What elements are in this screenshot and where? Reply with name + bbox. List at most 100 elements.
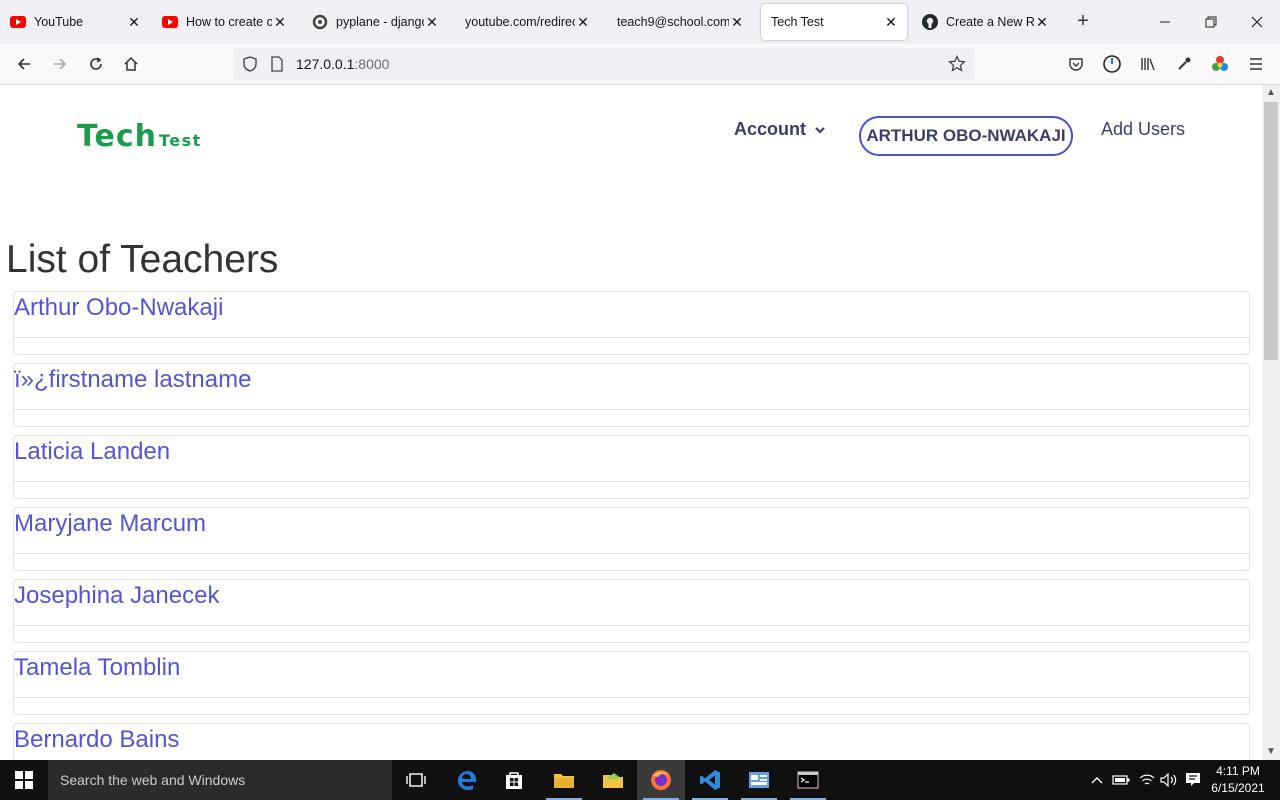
teacher-card: Arthur Obo-Nwakaji [13,291,1250,355]
tab-title: Create a New Rep [946,15,1034,29]
teacher-card: Tamela Tomblin [13,651,1250,715]
youtube-icon [162,14,178,30]
browser-tab[interactable]: teach9@school.com | ✕ [607,4,753,40]
browser-tab[interactable]: How to create obj ✕ [152,4,296,40]
scroll-down-icon[interactable]: ▼ [1262,744,1280,760]
browser-tab-active[interactable]: Tech Test ✕ [761,4,907,40]
youtube-icon [10,14,26,30]
github-icon [922,14,938,30]
browser-tab-strip: YouTube ✕ How to create obj ✕ pyplane - … [0,0,1280,44]
notification-icon [1186,773,1200,786]
account-dropdown[interactable]: Account [734,119,826,140]
teacher-name-link[interactable]: Maryjane Marcum [14,510,206,538]
reload-button[interactable] [81,50,111,78]
shield-icon[interactable] [242,56,258,77]
tab-title: How to create obj [186,15,272,29]
url-port: :8000 [354,56,390,72]
taskbar-clock[interactable]: 4:11 PM 6/15/2021 [1206,763,1270,797]
logo-sub-text: Test [158,131,202,150]
page-title: List of Teachers [6,238,279,281]
start-button[interactable] [0,760,48,800]
pocket-button[interactable] [1061,50,1091,78]
show-hidden-icons-button[interactable] [1088,760,1106,800]
terminal-app-button[interactable] [784,760,832,800]
add-users-link[interactable]: Add Users [1101,119,1185,140]
page-icon[interactable] [270,56,284,77]
eyedropper-button[interactable] [1169,50,1199,78]
network-status[interactable] [1136,760,1158,800]
tab-close-icon[interactable]: ✕ [575,14,591,31]
store-app-button[interactable] [490,760,538,800]
tab-close-icon[interactable]: ✕ [424,14,440,31]
folder-app-button[interactable] [589,760,637,800]
action-center-button[interactable] [1182,760,1204,800]
tab-close-icon[interactable]: ✕ [272,14,288,31]
taskbar-search-box[interactable]: Search the web and Windows [48,760,392,800]
file-explorer-button[interactable] [540,760,588,800]
teacher-name-link[interactable]: Arthur Obo-Nwakaji [14,294,223,322]
url-bar[interactable]: 127.0.0.1:8000 [234,48,974,80]
tab-title: Tech Test [771,15,824,29]
store-icon [506,772,522,789]
close-window-button[interactable] [1234,8,1280,36]
vscode-icon [700,770,720,790]
teacher-name-link[interactable]: ï»¿firstname lastname [14,366,251,394]
site-logo[interactable]: Tech Test [77,119,202,154]
task-view-icon [406,773,426,787]
windows-icon [15,771,33,789]
teacher-name-link[interactable]: Tamela Tomblin [14,654,180,682]
browser-tab[interactable]: Create a New Rep ✕ [912,4,1058,40]
color-wheel-icon [1212,56,1228,71]
teacher-list: Arthur Obo-Nwakaji ï»¿firstname lastname… [13,291,1250,760]
bookmark-star-icon[interactable] [948,54,966,78]
eyedropper-icon [1178,57,1191,70]
tab-close-icon[interactable]: ✕ [883,14,899,31]
chevron-down-icon [814,119,826,140]
teacher-name-link[interactable]: Josephina Janecek [14,582,219,610]
restore-button[interactable] [1188,8,1234,36]
hamburger-icon [1250,58,1262,70]
teacher-name-link[interactable]: Laticia Landen [14,438,170,466]
web-page: Tech Test Account ARTHUR OBO-NWAKAJI Add … [0,85,1262,760]
vertical-scrollbar[interactable]: ▲ ▼ [1262,85,1280,760]
tab-title: YouTube [34,15,84,29]
teacher-name-link[interactable]: Bernardo Bains [14,726,179,754]
battery-icon [1112,775,1130,785]
arrow-left-icon [17,58,30,70]
browser-tab[interactable]: YouTube ✕ [0,4,150,40]
new-tab-button[interactable]: + [1072,10,1094,32]
chevron-up-icon [1091,777,1103,784]
back-button[interactable] [9,50,39,78]
control-panel-button[interactable] [735,760,783,800]
tab-close-icon[interactable]: ✕ [126,14,142,31]
folder-icon [554,774,574,788]
minimize-button[interactable] [1142,8,1188,36]
user-profile-button[interactable]: ARTHUR OBO-NWAKAJI [859,116,1073,156]
card-footer [14,409,1249,426]
restore-icon [1205,16,1217,28]
extension-button[interactable] [1097,50,1127,78]
card-footer [14,553,1249,570]
task-view-button[interactable] [392,760,440,800]
edge-icon [458,771,476,791]
color-extension-button[interactable] [1205,50,1235,78]
menu-button[interactable] [1241,50,1271,78]
url-text[interactable]: 127.0.0.1:8000 [296,56,389,72]
library-button[interactable] [1133,50,1163,78]
browser-tab[interactable]: youtube.com/redirect ✕ [455,4,599,40]
browser-tab[interactable]: pyplane - django ✕ [302,4,448,40]
home-button[interactable] [116,50,146,78]
vscode-app-button[interactable] [686,760,734,800]
library-icon [1141,58,1155,71]
scrollbar-thumb[interactable] [1264,102,1278,360]
tab-close-icon[interactable]: ✕ [729,14,745,31]
teacher-card: Bernardo Bains [13,723,1250,760]
card-footer [14,337,1249,354]
forward-button[interactable] [45,50,75,78]
scroll-up-icon[interactable]: ▲ [1262,85,1280,101]
volume-control[interactable] [1158,760,1180,800]
battery-status[interactable] [1110,760,1132,800]
tab-close-icon[interactable]: ✕ [1034,14,1050,31]
edge-app-button[interactable] [442,760,490,800]
firefox-app-button[interactable] [637,760,685,800]
